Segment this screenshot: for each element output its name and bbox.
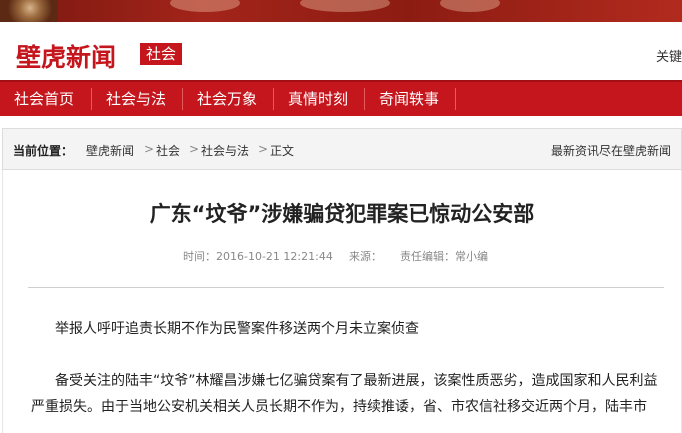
- nav-item-society[interactable]: 社会万象: [197, 82, 257, 116]
- article-title: 广东“坟爷”涉嫌骗贷犯罪案已惊动公安部: [149, 202, 535, 226]
- keyword-label: 关键: [656, 50, 682, 65]
- site-logo[interactable]: 壁虎新闻: [16, 38, 116, 74]
- breadcrumb-slogan: 最新资讯尽在壁虎新闻: [550, 144, 671, 158]
- top-banner-image: [0, 0, 682, 22]
- article-time: 时间：2016-10-21 12:21:44: [183, 250, 333, 263]
- article-source: 来源：: [349, 250, 382, 263]
- breadcrumb-separator: >: [189, 142, 200, 156]
- breadcrumb-item-law[interactable]: 社会与法: [201, 142, 249, 159]
- divider: [28, 287, 664, 288]
- section-tag[interactable]: 社会: [140, 43, 183, 65]
- breadcrumb-item-home[interactable]: 壁虎新闻: [86, 142, 134, 159]
- breadcrumb-item-society[interactable]: 社会: [156, 142, 180, 159]
- banner-glow: [170, 0, 240, 12]
- nav-divider: [91, 88, 92, 110]
- breadcrumb: 当前位置： 壁虎新闻 > 社会 > 社会与法 > 正文 最新资讯尽在壁虎新闻: [2, 128, 682, 170]
- nav-item-home[interactable]: 社会首页: [14, 82, 74, 116]
- article: 广东“坟爷”涉嫌骗贷犯罪案已惊动公安部 时间：2016-10-21 12:21:…: [2, 170, 682, 433]
- nav-divider: [364, 88, 365, 110]
- breadcrumb-label: 当前位置：: [13, 144, 74, 158]
- nav-divider: [273, 88, 274, 110]
- article-subtitle: 举报人呼吁追责长期不作为民警案件移送两个月未立案侦查: [55, 321, 419, 337]
- main-nav: 社会首页 社会与法 社会万象 真情时刻 奇闻轶事: [0, 80, 682, 116]
- banner-decoration: [0, 0, 58, 22]
- breadcrumb-item-current: 正文: [270, 144, 295, 158]
- brand-header: 壁虎新闻 社会 关键: [0, 22, 682, 80]
- breadcrumb-separator: >: [258, 142, 269, 156]
- banner-glow: [440, 0, 500, 12]
- nav-divider: [455, 88, 456, 110]
- breadcrumb-separator: >: [144, 142, 155, 156]
- nav-divider: [182, 88, 183, 110]
- nav-item-moments[interactable]: 真情时刻: [288, 82, 348, 116]
- nav-item-law[interactable]: 社会与法: [106, 82, 166, 116]
- article-editor: 责任编辑：常小编: [400, 250, 488, 263]
- banner-glow: [300, 0, 390, 12]
- article-paragraph: 备受关注的陆丰“坟爷”林耀昌涉嫌七亿骗贷案有了最新进展，该案性质恶劣，造成国家和…: [31, 373, 658, 415]
- nav-item-oddities[interactable]: 奇闻轶事: [379, 82, 439, 116]
